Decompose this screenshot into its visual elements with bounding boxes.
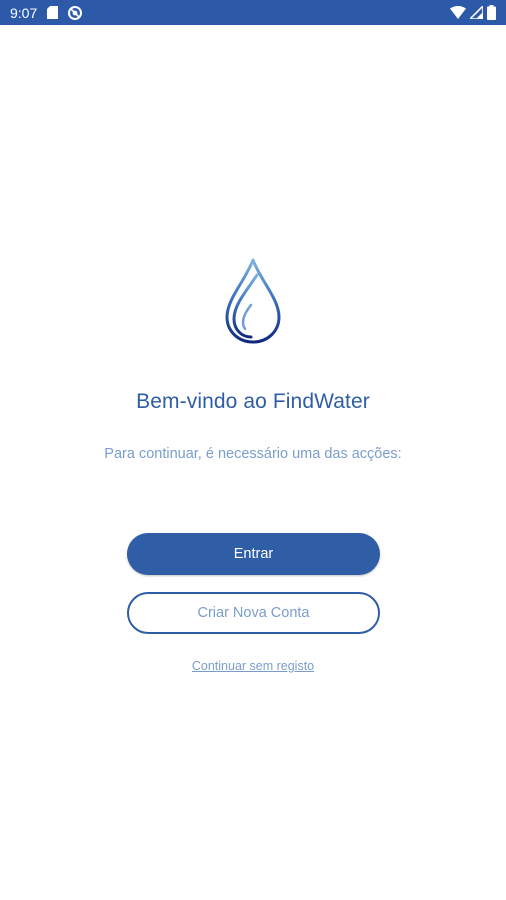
instructions-text: Para continuar, é necessário uma das acç… [104, 446, 402, 462]
create-account-button[interactable]: Criar Nova Conta [127, 592, 380, 634]
continue-without-registration-link-container: Continuar sem registo [0, 659, 506, 673]
cell-signal-icon [468, 4, 484, 20]
status-bar-left: 9:07 [10, 4, 83, 21]
status-bar: 9:07 [0, 0, 506, 25]
blocked-app-icon [68, 5, 83, 20]
sd-card-icon [47, 6, 59, 19]
welcome-title: Bem-vindo ao FindWater [136, 390, 370, 413]
status-time: 9:07 [10, 4, 38, 21]
login-button[interactable]: Entrar [127, 533, 380, 575]
water-drop-icon [223, 257, 283, 347]
wifi-icon [450, 6, 466, 19]
battery-icon [487, 5, 496, 20]
status-bar-right [450, 4, 496, 20]
welcome-screen: Bem-vindo ao FindWater Para continuar, é… [0, 25, 506, 900]
continue-without-registration-link[interactable]: Continuar sem registo [192, 659, 314, 673]
